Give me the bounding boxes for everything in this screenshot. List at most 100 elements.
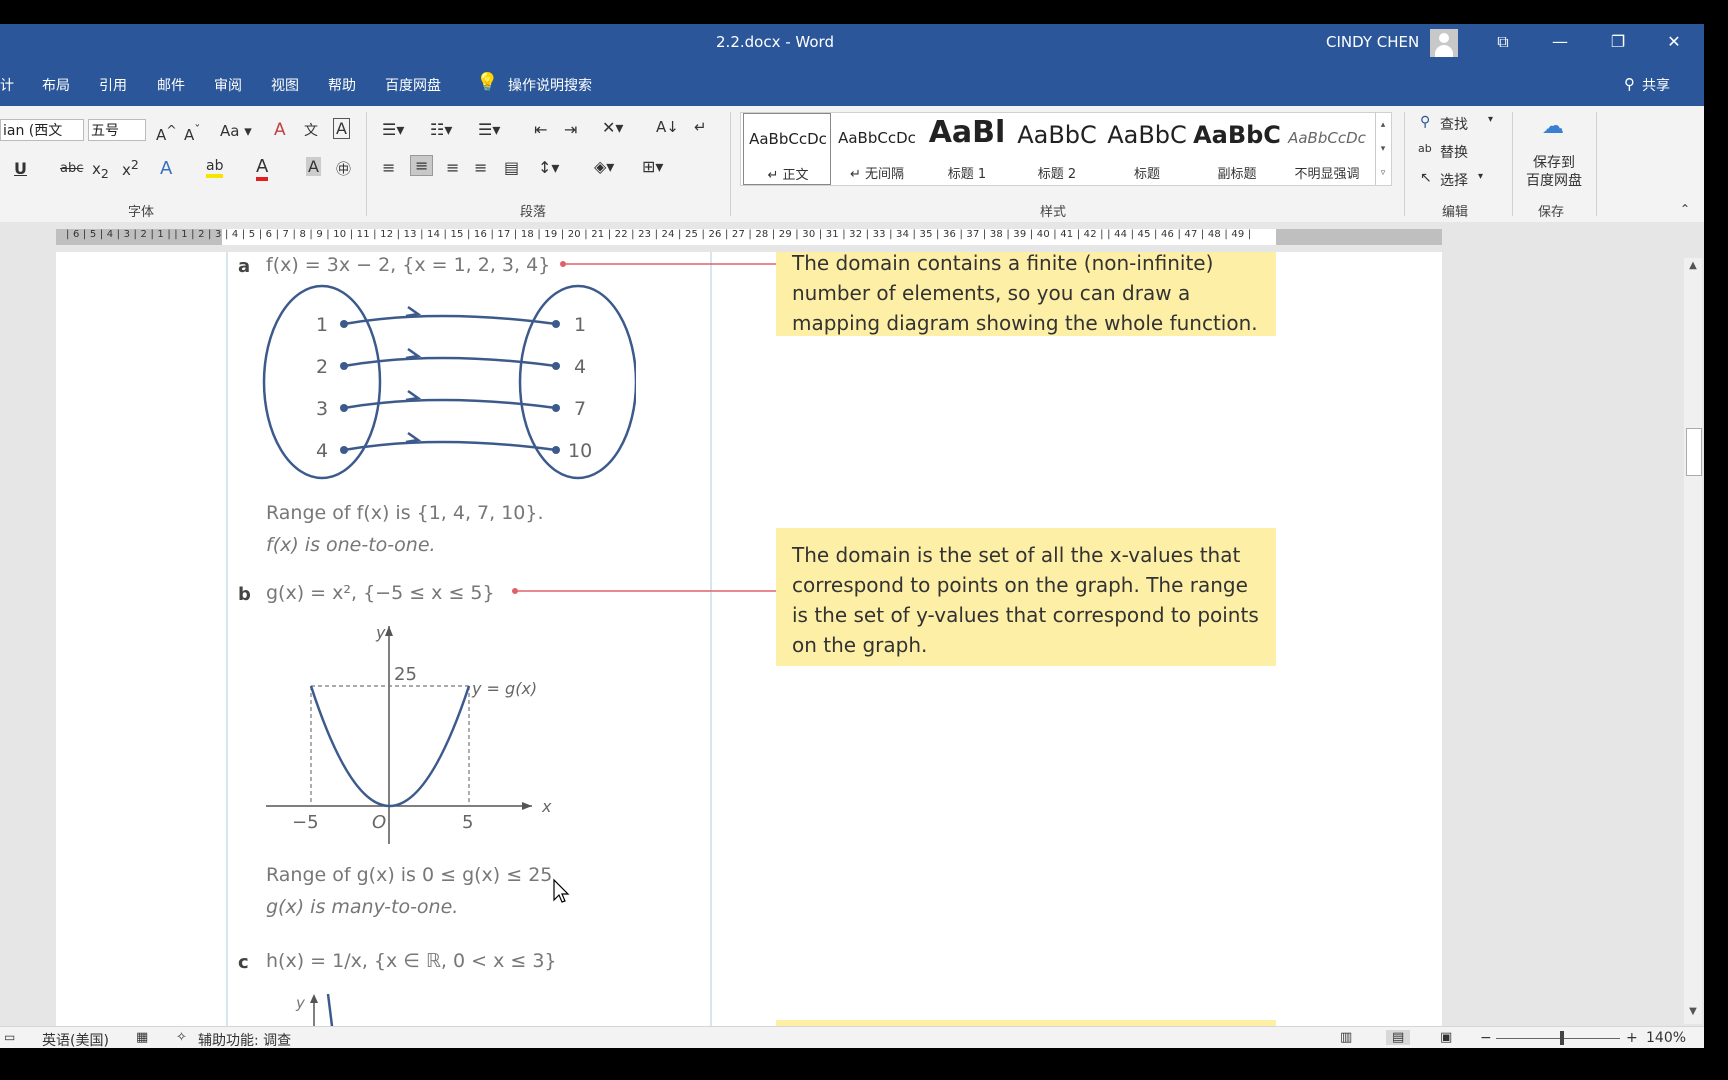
style-heading-1[interactable]: AaBl 标题 1 bbox=[923, 113, 1011, 185]
callout-domain-definition: The domain is the set of all the x-value… bbox=[776, 528, 1276, 666]
align-left-icon[interactable]: ≡ bbox=[382, 158, 395, 177]
find-button[interactable]: 查找 bbox=[1440, 114, 1468, 134]
cursor-icon: ↖ bbox=[1420, 170, 1432, 186]
font-size-combo[interactable]: 五号 bbox=[88, 119, 146, 141]
part-c-function: h(x) = 1/x, {x ∈ ℝ, 0 < x ≤ 3} bbox=[266, 950, 557, 972]
borders-icon[interactable]: ⊞▾ bbox=[642, 157, 663, 176]
chinese-layout-icon[interactable]: ✕▾ bbox=[602, 118, 623, 137]
align-right-icon[interactable]: ≡ bbox=[446, 158, 459, 177]
tab-references[interactable]: 引用 bbox=[99, 75, 127, 95]
accessibility-status[interactable]: 辅助功能: 调查 bbox=[198, 1030, 291, 1050]
text-effects-icon[interactable]: A bbox=[160, 158, 172, 179]
web-layout-icon[interactable]: ▣ bbox=[1440, 1030, 1452, 1045]
input-mode-icon[interactable]: ▦ bbox=[136, 1030, 148, 1045]
char-shading-icon[interactable]: A bbox=[306, 157, 321, 176]
tab-help[interactable]: 帮助 bbox=[328, 75, 356, 95]
superscript-icon[interactable]: x2 bbox=[122, 157, 139, 179]
style-preview: AaBl bbox=[928, 115, 1006, 150]
chevron-down-icon[interactable]: ▾ bbox=[1488, 114, 1493, 125]
tab-layout[interactable]: 布局 bbox=[42, 75, 70, 95]
zoom-in-button[interactable]: + bbox=[1626, 1030, 1638, 1046]
replace-button[interactable]: 替换 bbox=[1440, 142, 1468, 162]
proofing-icon[interactable]: ▭ bbox=[4, 1030, 15, 1044]
domain-value: 3 bbox=[316, 398, 328, 420]
underline-icon[interactable]: U bbox=[14, 159, 27, 178]
chevron-down-icon[interactable]: ▾ bbox=[1478, 171, 1483, 182]
styles-scroll-icon[interactable]: ▴ ▾ ▿ bbox=[1375, 113, 1390, 185]
align-center-icon[interactable]: ≡ bbox=[410, 155, 434, 176]
strikethrough-icon[interactable]: abc bbox=[60, 161, 83, 176]
scroll-up-icon[interactable]: ▲ bbox=[1686, 260, 1700, 274]
share-button[interactable]: 共享 bbox=[1642, 75, 1670, 95]
ribbon-display-button[interactable]: ⧉ bbox=[1488, 30, 1518, 54]
save-to-baidu-button[interactable]: 保存到 百度网盘 bbox=[1522, 154, 1586, 190]
char-border-icon[interactable]: A bbox=[333, 118, 350, 139]
horizontal-ruler[interactable]: | 6 | 5 | 4 | 3 | 2 | 1 | | 1 | 2 | 3 | … bbox=[0, 222, 1704, 252]
style-heading-2[interactable]: AaBbC 标题 2 bbox=[1013, 113, 1101, 185]
subscript-icon[interactable]: x2 bbox=[92, 160, 109, 181]
decrease-indent-icon[interactable]: ⇤ bbox=[534, 120, 547, 139]
style-subtitle[interactable]: AaBbC 副标题 bbox=[1193, 113, 1281, 185]
grow-font-icon[interactable]: A^ bbox=[156, 122, 177, 144]
shrink-font-icon[interactable]: Aˇ bbox=[184, 122, 201, 144]
vertical-scrollbar[interactable]: ▲ ▼ bbox=[1684, 258, 1702, 1024]
language-status[interactable]: 英语(美国) bbox=[42, 1030, 109, 1050]
tab-review[interactable]: 审阅 bbox=[214, 75, 242, 95]
zoom-slider-handle[interactable] bbox=[1560, 1031, 1564, 1045]
close-button[interactable]: ✕ bbox=[1659, 30, 1689, 54]
tab-mailings[interactable]: 邮件 bbox=[157, 75, 185, 95]
print-layout-icon[interactable]: ▤ bbox=[1386, 1030, 1411, 1045]
baidu-cloud-icon[interactable]: ☁ bbox=[1542, 114, 1564, 139]
tick-minus-5: −5 bbox=[292, 812, 319, 833]
enclose-char-icon[interactable]: ㊥ bbox=[336, 158, 351, 179]
select-button[interactable]: 选择 bbox=[1440, 170, 1468, 190]
shading-icon[interactable]: ◈▾ bbox=[594, 157, 614, 176]
document-area: a f(x) = 3x − 2, {x = 1, 2, 3, 4} 1 2 3 bbox=[0, 252, 1704, 1026]
multilevel-list-icon[interactable]: ☰▾ bbox=[478, 120, 500, 139]
ruler-ticks: | 6 | 5 | 4 | 3 | 2 | 1 | | 1 | 2 | 3 | … bbox=[66, 229, 1252, 240]
separator bbox=[730, 112, 731, 216]
zoom-out-button[interactable]: − bbox=[1480, 1030, 1492, 1046]
style-no-spacing[interactable]: AaBbCcDc ↵ 无间隔 bbox=[833, 113, 921, 185]
tell-me-search[interactable]: 操作说明搜索 bbox=[508, 75, 592, 95]
read-mode-icon[interactable]: ▥ bbox=[1340, 1030, 1352, 1045]
scroll-thumb[interactable] bbox=[1686, 428, 1702, 476]
style-title[interactable]: AaBbC 标题 bbox=[1103, 113, 1191, 185]
justify-icon[interactable]: ≡ bbox=[474, 158, 487, 177]
clear-format-icon[interactable]: A bbox=[274, 120, 286, 140]
tab-view[interactable]: 视图 bbox=[271, 75, 299, 95]
scroll-down-icon[interactable]: ▼ bbox=[1686, 1006, 1700, 1020]
restore-button[interactable]: ❐ bbox=[1603, 30, 1633, 54]
x-axis-label: x bbox=[541, 797, 552, 816]
tab-baidu[interactable]: 百度网盘 bbox=[385, 75, 441, 95]
replace-icon: ab bbox=[1418, 142, 1432, 155]
avatar[interactable] bbox=[1430, 29, 1458, 57]
style-subtle-emphasis[interactable]: AaBbCcDc 不明显强调 bbox=[1283, 113, 1371, 185]
font-name-combo[interactable]: ian (西文 bbox=[0, 119, 84, 141]
line-spacing-icon[interactable]: ↕▾ bbox=[538, 158, 559, 177]
callout-finite-domain: The domain contains a finite (non-infini… bbox=[776, 252, 1276, 336]
increase-indent-icon[interactable]: ⇥ bbox=[564, 120, 577, 139]
document-page[interactable]: a f(x) = 3x − 2, {x = 1, 2, 3, 4} 1 2 3 bbox=[56, 252, 1442, 1026]
bullets-icon[interactable]: ☰▾ bbox=[382, 120, 404, 139]
minimize-button[interactable]: — bbox=[1545, 30, 1575, 54]
tick-5: 5 bbox=[462, 812, 473, 833]
highlight-icon[interactable]: ab bbox=[206, 158, 224, 178]
mapping-diagram: 1 2 3 4 1 4 7 10 bbox=[262, 284, 636, 480]
style-name: ↵ 正文 bbox=[767, 168, 809, 183]
show-marks-icon[interactable]: ↵ bbox=[694, 118, 707, 136]
zoom-slider[interactable] bbox=[1496, 1038, 1620, 1039]
user-name[interactable]: CINDY CHEN bbox=[1326, 33, 1419, 51]
change-case-icon[interactable]: Aa ▾ bbox=[220, 122, 252, 140]
collapse-ribbon-icon[interactable]: ⌃ bbox=[1680, 202, 1690, 216]
style-normal[interactable]: AaBbCcDc ↵ 正文 bbox=[743, 113, 831, 185]
column-border bbox=[226, 252, 228, 1026]
phonetic-guide-icon[interactable]: 文 bbox=[304, 120, 318, 140]
zoom-level[interactable]: 140% bbox=[1646, 1030, 1686, 1046]
distributed-icon[interactable]: ▤ bbox=[504, 158, 519, 177]
tab-design[interactable]: 计 bbox=[0, 75, 14, 95]
style-name: ↵ 无间隔 bbox=[849, 167, 905, 182]
sort-icon[interactable]: A↓ bbox=[656, 118, 679, 136]
numbering-icon[interactable]: ☷▾ bbox=[430, 120, 452, 139]
font-color-icon[interactable]: A bbox=[256, 156, 269, 181]
